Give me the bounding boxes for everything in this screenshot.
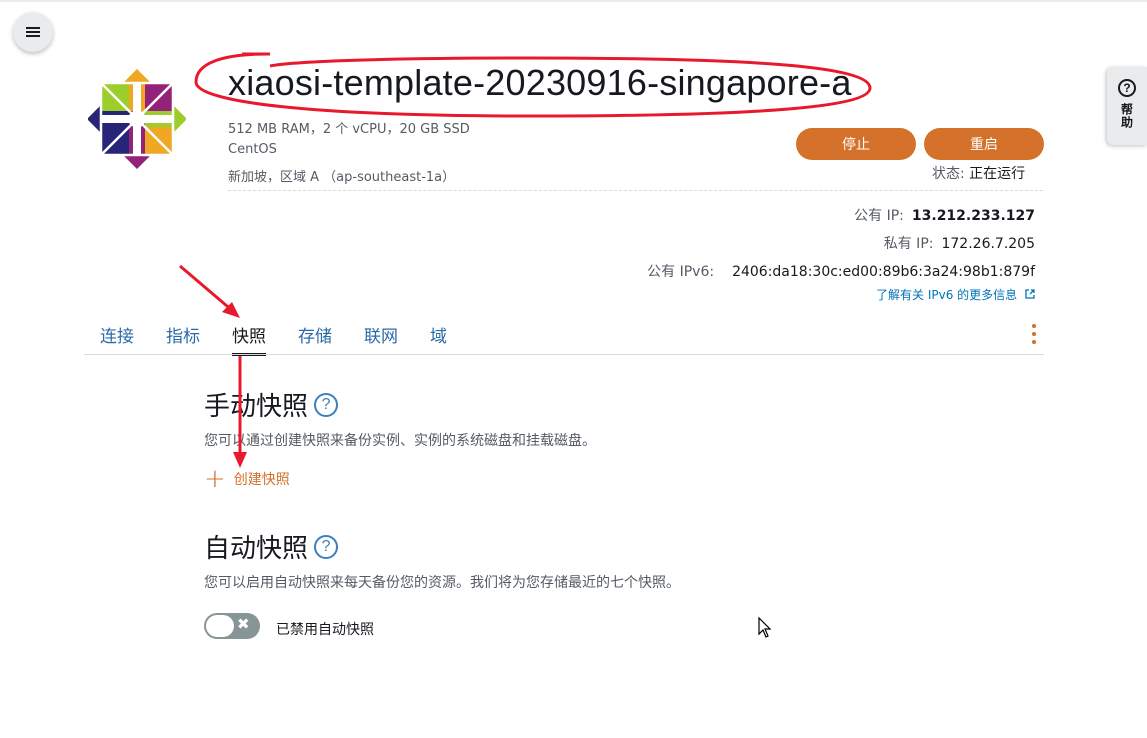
private-ip-value: 172.26.7.205 <box>941 236 1035 252</box>
navigation-menu-button[interactable] <box>13 12 53 52</box>
create-snapshot-button[interactable]: + 创建快照 <box>204 464 290 494</box>
instance-region: 新加坡，区域 A （ap-southeast-1a） <box>228 170 456 185</box>
public-ip-value: 13.212.233.127 <box>911 208 1035 224</box>
external-link-icon <box>1025 289 1035 299</box>
reboot-button[interactable]: 重启 <box>924 128 1044 160</box>
auto-heading-text: 自动快照 <box>204 534 309 564</box>
ipv6-label: 公有 IPv6: <box>647 264 715 280</box>
info-icon[interactable]: ? <box>314 534 339 559</box>
toggle-knob <box>206 615 234 637</box>
auto-snapshot-toggle[interactable]: ✖ <box>204 613 260 639</box>
ipv6-learn-more-link[interactable]: 了解有关 IPv6 的更多信息 <box>876 286 1035 303</box>
help-tab-label: 帮助 <box>1119 103 1134 129</box>
ipv6-row: 公有 IPv6: 2406:da18:30c:ed00:89b6:3a24:98b… <box>647 261 1035 281</box>
auto-snapshots-heading: 自动快照 ? <box>204 528 339 565</box>
tab-snapshots[interactable]: 快照 <box>232 322 266 356</box>
kebab-menu-icon[interactable] <box>1030 324 1038 344</box>
auto-snapshots-desc: 您可以启用自动快照来每天备份您的资源。我们将为您存储最近的七个快照。 <box>204 575 680 591</box>
stop-button[interactable]: 停止 <box>796 128 916 160</box>
instance-header: xiaosi-template-20230916-singapore-a <box>228 62 852 104</box>
manual-heading-text: 手动快照 <box>204 392 309 422</box>
tab-metrics[interactable]: 指标 <box>166 322 200 356</box>
help-panel-tab[interactable]: ? 帮助 <box>1107 67 1147 145</box>
tab-domains[interactable]: 域 <box>430 322 447 356</box>
help-icon: ? <box>1118 79 1136 97</box>
manual-snapshots-desc: 您可以通过创建快照来备份实例、实例的系统磁盘和挂载磁盘。 <box>204 433 596 449</box>
tab-networking[interactable]: 联网 <box>364 322 398 356</box>
private-ip-label: 私有 IP: <box>883 236 934 252</box>
status-value: 正在运行 <box>969 166 1026 182</box>
close-icon: ✖ <box>237 615 250 633</box>
create-snapshot-label: 创建快照 <box>233 472 290 488</box>
tab-storage[interactable]: 存储 <box>298 322 332 356</box>
mouse-cursor-icon <box>758 617 772 638</box>
status-label: 状态: <box>932 166 965 182</box>
top-border <box>0 0 1147 2</box>
divider <box>228 190 1043 191</box>
public-ip-row: 公有 IP: 13.212.233.127 <box>854 205 1035 225</box>
public-ip-label: 公有 IP: <box>854 208 904 224</box>
menu-icon <box>26 27 40 37</box>
instance-specs: 512 MB RAM，2 个 vCPU，20 GB SSD <box>228 122 470 137</box>
instance-status: 状态: 正在运行 <box>932 163 1025 183</box>
instance-os: CentOS <box>228 142 277 157</box>
instance-tabs: 连接 指标 快照 存储 联网 域 <box>100 322 479 356</box>
plus-icon: + <box>204 464 226 494</box>
tab-connect[interactable]: 连接 <box>100 322 134 356</box>
auto-snapshot-toggle-label: 已禁用自动快照 <box>276 622 374 638</box>
centos-logo <box>88 69 186 169</box>
info-icon[interactable]: ? <box>314 392 339 417</box>
private-ip-row: 私有 IP: 172.26.7.205 <box>884 233 1035 253</box>
instance-name: xiaosi-template-20230916-singapore-a <box>228 62 852 103</box>
learn-more-label: 了解有关 IPv6 的更多信息 <box>876 288 1018 302</box>
manual-snapshots-heading: 手动快照 ? <box>204 386 339 423</box>
tabs-divider <box>84 354 1044 355</box>
ipv6-value: 2406:da18:30c:ed00:89b6:3a24:98b1:879f <box>732 264 1035 280</box>
